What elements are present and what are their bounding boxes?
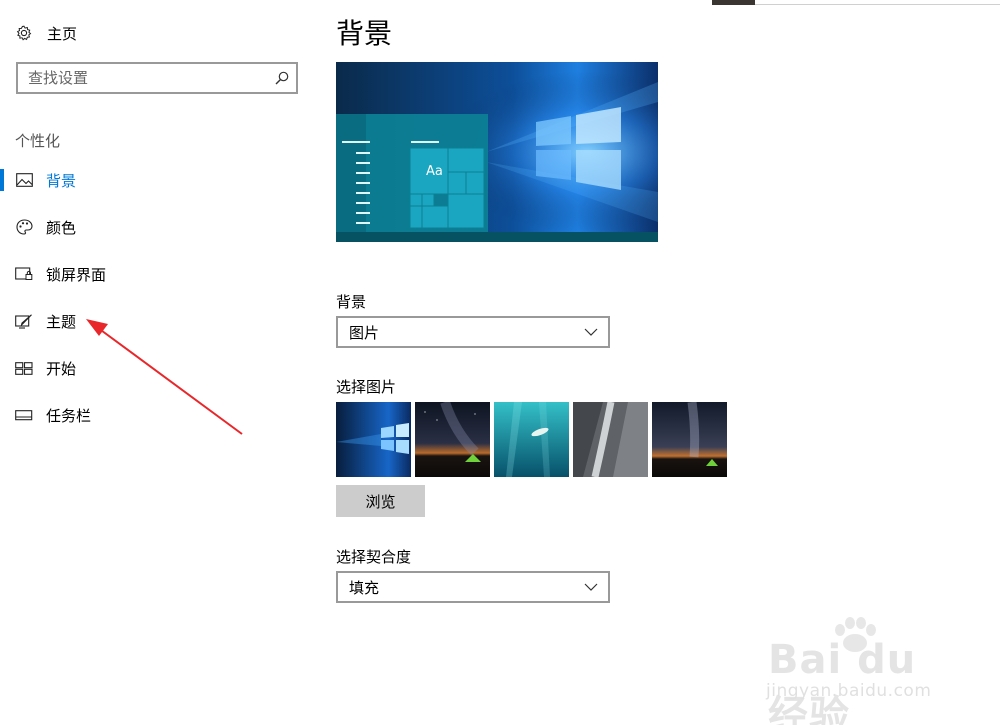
start-tiles-icon [15,359,33,377]
sidebar-item-label: 颜色 [46,218,77,237]
active-indicator [0,169,4,191]
sidebar-item-start[interactable]: 开始 [0,350,300,386]
desktop-preview: Aa [336,62,658,242]
thumbnail-rock-cliff[interactable] [573,402,648,477]
sidebar-item-lock-screen[interactable]: 锁屏界面 [0,256,300,292]
tile-sample-text: Aa [426,164,443,179]
baidu-watermark: Bai du 经验 jingyan.baidu.com [760,615,960,725]
top-thumbnail-fragment [712,0,755,5]
lock-screen-icon [15,265,33,283]
sidebar-item-colors[interactable]: 颜色 [0,209,300,245]
search-icon[interactable] [268,64,296,92]
thumbnail-windows-blue[interactable] [336,402,411,477]
thumbnail-underwater-swimmer[interactable] [494,402,569,477]
home-nav-item[interactable]: 主页 [15,22,77,44]
sidebar-item-themes[interactable]: 主题 [0,303,300,339]
browse-button[interactable]: 浏览 [336,485,425,517]
fit-label: 选择契合度 [336,548,412,566]
background-label: 背景 [336,293,367,311]
thumbnail-milky-way-tent[interactable] [652,402,727,477]
background-dropdown-value: 图片 [349,323,380,342]
taskbar-icon [15,406,33,424]
search-box[interactable] [16,62,298,94]
picture-icon [15,171,33,189]
settings-sidebar: 主页 个性化 背景 [0,0,320,725]
sidebar-item-label: 任务栏 [46,406,92,425]
thumbnail-night-sky-tent[interactable] [415,402,490,477]
watermark-url: jingyan.baidu.com [766,681,932,701]
choose-picture-label: 选择图片 [336,378,397,396]
chevron-down-icon [574,318,608,346]
home-label: 主页 [47,24,78,43]
sidebar-item-label: 背景 [46,171,77,190]
sidebar-item-taskbar[interactable]: 任务栏 [0,397,300,433]
fit-dropdown-value: 填充 [349,578,380,597]
sidebar-item-label: 开始 [46,359,77,378]
palette-icon [15,218,33,236]
search-input[interactable] [18,64,268,92]
section-title-personalization: 个性化 [15,132,61,150]
page-title: 背景 [336,17,393,50]
sidebar-item-label: 锁屏界面 [46,265,107,284]
chevron-down-icon [574,573,608,601]
fit-dropdown[interactable]: 填充 [336,571,610,603]
sidebar-item-label: 主题 [46,312,77,331]
picture-thumbnails [336,402,727,478]
background-dropdown[interactable]: 图片 [336,316,610,348]
theme-brush-icon [15,312,33,330]
top-divider [755,4,1000,5]
sidebar-item-background[interactable]: 背景 [0,162,300,198]
gear-icon [15,24,33,42]
